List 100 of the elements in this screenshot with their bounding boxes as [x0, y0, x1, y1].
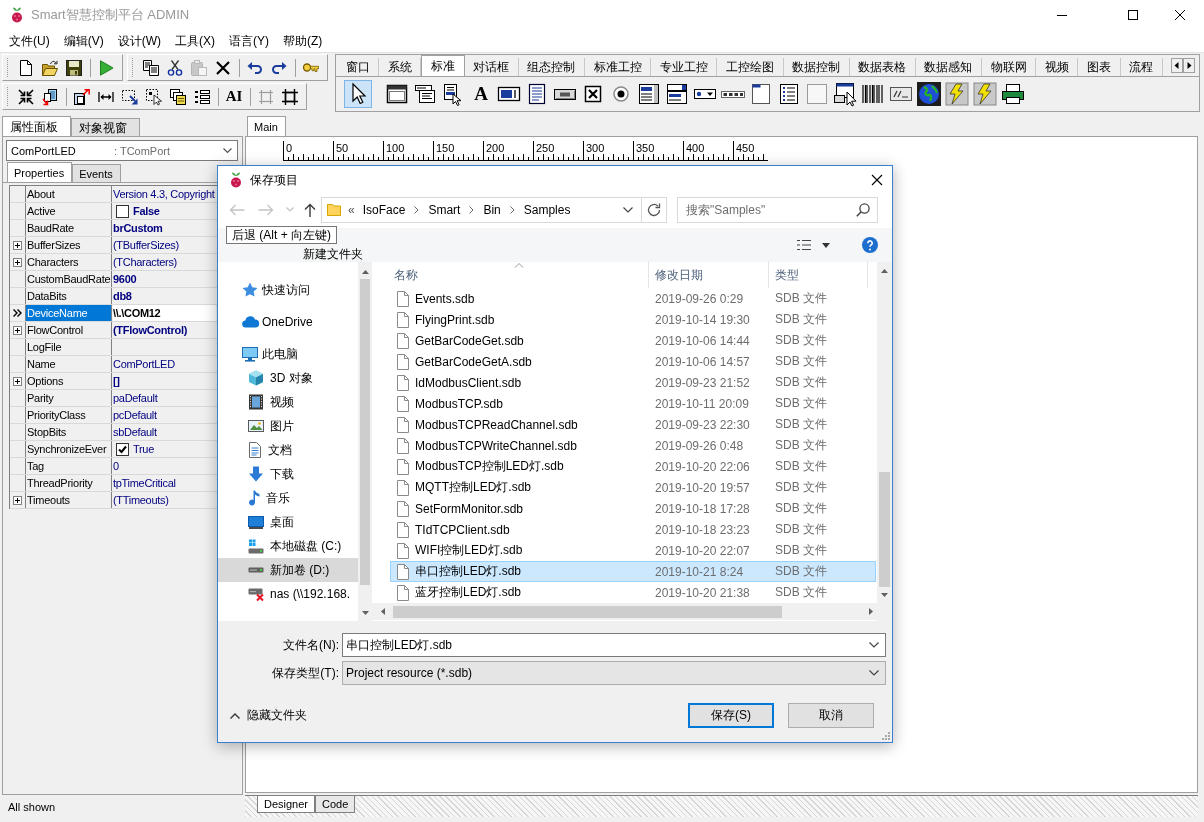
nav-item[interactable]: 视频: [218, 390, 358, 414]
grip-icon[interactable]: [131, 57, 134, 78]
file-row[interactable]: ModbusTCPReadChannel.sdb 2019-09-23 22:30 SDB 文件: [390, 414, 876, 435]
component-selector[interactable]: ComPortLED : TComPort: [6, 140, 238, 161]
breadcrumb[interactable]: Smart: [423, 199, 466, 220]
file-row[interactable]: ModbusTCP.sdb 2019-10-11 20:09 SDB 文件: [390, 393, 876, 414]
property-value[interactable]: (TTimeouts): [113, 492, 169, 508]
property-name[interactable]: Tag: [26, 458, 112, 474]
nav-item[interactable]: 音乐: [218, 486, 358, 510]
nav-item[interactable]: 本地磁盘 (C:): [218, 534, 358, 558]
grip-icon[interactable]: [6, 86, 9, 107]
property-value[interactable]: ComPortLED: [113, 356, 175, 372]
scrollbar-thumb[interactable]: [393, 605, 782, 618]
breadcrumb[interactable]: Bin: [478, 199, 506, 220]
scroll-right-icon[interactable]: [1183, 58, 1195, 73]
nav-item[interactable]: 桌面: [218, 510, 358, 534]
property-name[interactable]: StopBits: [26, 424, 112, 440]
resize-grip-icon[interactable]: [882, 732, 890, 740]
chevron-right-icon[interactable]: [509, 205, 515, 214]
file-row[interactable]: TIdTCPClient.sdb 2019-10-18 23:23 SDB 文件: [390, 519, 876, 540]
file-row[interactable]: MQTT控制LED灯.sdb 2019-10-20 19:57 SDB 文件: [390, 477, 876, 498]
nav-item[interactable]: 下载: [218, 462, 358, 486]
dialog-button[interactable]: 取消: [788, 703, 874, 728]
property-name[interactable]: DataBits: [26, 288, 112, 304]
tab[interactable]: 对话框: [464, 58, 519, 76]
property-value[interactable]: tpTimeCritical: [113, 475, 176, 491]
tab[interactable]: 数据感知: [915, 58, 983, 76]
chevron-down-icon[interactable]: [869, 642, 879, 648]
nav-item[interactable]: OneDrive: [218, 310, 358, 334]
minimize-icon[interactable]: [1057, 14, 1067, 16]
menu-item[interactable]: 编辑(V): [56, 32, 111, 50]
tab[interactable]: 物联网: [982, 58, 1037, 76]
vertical-scrollbar[interactable]: [877, 262, 892, 621]
grip-icon[interactable]: [6, 57, 9, 78]
file-row[interactable]: 串口控制LED灯.sdb 2019-10-21 8:24 SDB 文件: [390, 561, 876, 582]
close-icon[interactable]: [1175, 10, 1185, 20]
tab[interactable]: Events: [72, 164, 121, 182]
dialog-button[interactable]: 保存(S): [688, 703, 774, 728]
tab[interactable]: 标准工控: [584, 58, 652, 76]
chevron-down-icon[interactable]: [223, 148, 232, 153]
property-name[interactable]: Active: [26, 203, 112, 219]
property-value[interactable]: False: [133, 203, 160, 219]
property-name[interactable]: Parity: [26, 390, 112, 406]
file-type-dropdown[interactable]: Project resource (*.sdb): [342, 661, 886, 685]
property-value[interactable]: brCustom: [113, 220, 163, 236]
nav-item[interactable]: 文档: [218, 438, 358, 462]
file-row[interactable]: GetBarCodeGet.sdb 2019-10-06 14:44 SDB 文件: [390, 330, 876, 351]
property-value[interactable]: (TBufferSizes): [113, 237, 179, 253]
file-row[interactable]: GetBarCodeGetA.sdb 2019-10-06 14:57 SDB 文件: [390, 351, 876, 372]
tab[interactable]: Properties: [7, 162, 73, 182]
property-name[interactable]: ThreadPriority: [26, 475, 112, 491]
maximize-icon[interactable]: [1128, 10, 1138, 20]
search-icon[interactable]: [856, 202, 870, 217]
file-row[interactable]: IdModbusClient.sdb 2019-09-23 21:52 SDB 文件: [390, 372, 876, 393]
tab[interactable]: 组态控制: [518, 58, 585, 76]
tool-button[interactable]: A: [467, 80, 495, 108]
scroll-left-icon[interactable]: [1171, 58, 1183, 73]
chevron-right-icon[interactable]: [414, 205, 420, 214]
property-name[interactable]: CustomBaudRate: [26, 271, 112, 287]
property-name[interactable]: BaudRate: [26, 220, 112, 236]
view-options-icon[interactable]: [797, 239, 811, 251]
refresh-icon[interactable]: [647, 202, 661, 217]
tool-button[interactable]: [831, 80, 859, 108]
property-name[interactable]: PriorityClass: [26, 407, 112, 423]
chevron-down-icon[interactable]: [623, 206, 633, 213]
toolbar-button[interactable]: AI: [222, 85, 246, 108]
nav-item[interactable]: 快速访问: [218, 278, 358, 302]
tab[interactable]: 属性面板: [2, 116, 71, 136]
tab[interactable]: Designer: [257, 796, 316, 813]
chevron-down-icon[interactable]: [869, 670, 879, 676]
tool-button[interactable]: [915, 80, 943, 108]
help-icon[interactable]: [862, 237, 878, 253]
property-name[interactable]: BufferSizes: [26, 237, 112, 253]
nav-item[interactable]: 新加卷 (D:): [218, 558, 358, 582]
property-value[interactable]: 0: [113, 458, 119, 474]
address-bar[interactable]: « IsoFace Smart Bin Samples: [321, 196, 667, 223]
expand-icon[interactable]: [13, 257, 22, 267]
scrollbar-thumb[interactable]: [360, 279, 370, 585]
property-value[interactable]: []: [113, 373, 120, 389]
property-name[interactable]: Options: [26, 373, 112, 389]
property-name[interactable]: FlowControl: [26, 322, 112, 338]
hide-folders-toggle[interactable]: 隐藏文件夹: [230, 707, 307, 724]
tab[interactable]: 视频: [1036, 58, 1079, 76]
checkbox[interactable]: [116, 442, 129, 456]
property-value[interactable]: Version 4.3, Copyright: [113, 186, 215, 202]
property-name[interactable]: Characters: [26, 254, 112, 270]
expand-icon[interactable]: [13, 240, 22, 250]
tab[interactable]: 数据控制: [783, 58, 850, 76]
tab[interactable]: 标准: [421, 55, 465, 76]
tab[interactable]: 专业工控: [651, 58, 718, 76]
tab[interactable]: Main: [247, 116, 286, 136]
menu-item[interactable]: 工具(X): [168, 32, 222, 50]
vertical-scrollbar[interactable]: [358, 262, 372, 621]
file-row[interactable]: ModbusTCPWriteChannel.sdb 2019-09-26 0:48 SDB 文件: [390, 435, 876, 456]
menu-item[interactable]: 设计(W): [110, 32, 168, 50]
column-header[interactable]: 名称: [390, 262, 648, 288]
breadcrumb[interactable]: IsoFace: [357, 199, 411, 220]
tab[interactable]: 图表: [1078, 58, 1121, 76]
property-name[interactable]: DeviceName: [26, 305, 112, 321]
search-field[interactable]: 搜索"Samples": [677, 196, 878, 223]
